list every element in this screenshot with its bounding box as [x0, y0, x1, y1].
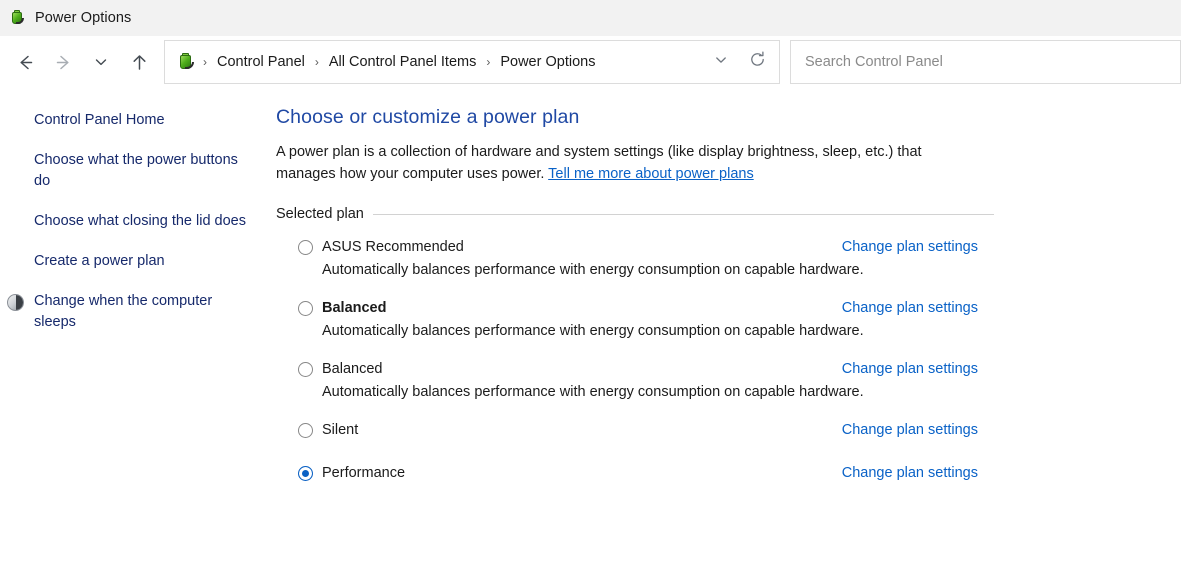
change-plan-settings-link[interactable]: Change plan settings	[842, 361, 978, 377]
recent-locations-button[interactable]	[82, 43, 120, 81]
power-plug-icon	[9, 9, 25, 26]
arrow-up-icon	[129, 52, 150, 73]
refresh-button[interactable]	[739, 44, 775, 80]
search-input[interactable]	[803, 53, 1168, 71]
breadcrumb-item-power-options[interactable]: Power Options	[494, 50, 601, 74]
breadcrumb-separator-0: ›	[203, 55, 207, 69]
up-button[interactable]	[120, 43, 158, 81]
sleep-shield-icon	[7, 294, 24, 311]
change-plan-settings-link[interactable]: Change plan settings	[842, 465, 978, 481]
breadcrumb-item-control-panel[interactable]: Control Panel	[211, 50, 311, 74]
sidebar-item-choose-what-closing-the-lid-does[interactable]: Choose what closing the lid does	[0, 211, 268, 232]
window-title: Power Options	[35, 9, 132, 26]
group-divider	[372, 213, 994, 215]
power-plan-row[interactable]: Performance Change plan settings	[268, 460, 978, 486]
chevron-down-icon	[92, 53, 110, 71]
power-plan-item: Performance Change plan settings	[268, 460, 1181, 486]
radio-balanced-active[interactable]	[298, 300, 313, 316]
title-bar: Power Options	[0, 0, 1181, 36]
page-title: Choose or customize a power plan	[276, 106, 580, 128]
sidebar-item-change-when-the-computer-sleeps[interactable]: Change when the computer sleeps	[0, 291, 268, 333]
power-plan-row[interactable]: Balanced Change plan settings	[268, 356, 978, 382]
refresh-icon	[748, 50, 767, 74]
tell-me-more-link[interactable]: Tell me more about power plans	[548, 166, 754, 182]
power-plan-row[interactable]: Silent Change plan settings	[268, 417, 978, 443]
radio-silent[interactable]	[298, 422, 313, 438]
main-panel: Choose or customize a power plan A power…	[268, 88, 1181, 567]
arrow-right-icon	[53, 52, 74, 73]
sidebar: Control Panel Home Choose what the power…	[0, 88, 268, 567]
breadcrumb-separator-1: ›	[314, 55, 319, 69]
power-plan-list: ASUS Recommended Change plan settings Au…	[268, 234, 1181, 486]
radio-performance[interactable]	[298, 465, 313, 481]
search-box[interactable]	[790, 40, 1181, 84]
power-plan-row[interactable]: ASUS Recommended Change plan settings	[268, 234, 978, 260]
radio-balanced[interactable]	[298, 361, 313, 377]
change-plan-settings-link[interactable]: Change plan settings	[842, 239, 978, 255]
address-power-plug-icon	[177, 53, 195, 71]
chevron-down-icon	[713, 52, 729, 73]
sidebar-row-create-plan: Create a power plan	[0, 251, 268, 272]
breadcrumb-separator-2: ›	[486, 55, 491, 69]
content-area: Control Panel Home Choose what the power…	[0, 88, 1181, 567]
forward-button[interactable]	[44, 43, 82, 81]
selected-plan-group-header: Selected plan	[276, 206, 994, 222]
sidebar-item-control-panel-home[interactable]: Control Panel Home	[0, 110, 268, 131]
change-plan-settings-link[interactable]: Change plan settings	[842, 422, 978, 438]
radio-asus-recommended[interactable]	[298, 239, 313, 255]
plan-name[interactable]: Balanced	[322, 300, 386, 316]
power-plan-item: ASUS Recommended Change plan settings Au…	[268, 234, 1181, 278]
address-bar[interactable]: › Control Panel › All Control Panel Item…	[164, 40, 780, 84]
plan-description: Automatically balances performance with …	[322, 262, 864, 278]
back-button[interactable]	[6, 43, 44, 81]
sidebar-item-create-a-power-plan[interactable]: Create a power plan	[0, 251, 268, 272]
plan-name[interactable]: Balanced	[322, 361, 382, 377]
address-history-button[interactable]	[703, 44, 739, 80]
sidebar-row-closing-lid: Choose what closing the lid does	[0, 211, 268, 232]
sidebar-row-power-buttons: Choose what the power buttons do	[0, 150, 268, 192]
plan-name[interactable]: Performance	[322, 465, 405, 481]
power-plan-item: Balanced Change plan settings Automatica…	[268, 295, 1181, 339]
power-plan-row[interactable]: Balanced Change plan settings	[268, 295, 978, 321]
sidebar-row-computer-sleeps: Change when the computer sleeps	[0, 291, 268, 333]
selected-plan-label: Selected plan	[276, 206, 364, 222]
plan-description: Automatically balances performance with …	[322, 323, 864, 339]
breadcrumb-item-all-control-panel-items[interactable]: All Control Panel Items	[323, 50, 482, 74]
power-plan-item: Balanced Change plan settings Automatica…	[268, 356, 1181, 400]
arrow-left-icon	[15, 52, 36, 73]
plan-description: Automatically balances performance with …	[322, 384, 864, 400]
breadcrumb: › Control Panel › All Control Panel Item…	[199, 50, 703, 74]
navigation-toolbar: › Control Panel › All Control Panel Item…	[0, 36, 1181, 88]
plan-name[interactable]: ASUS Recommended	[322, 239, 464, 255]
change-plan-settings-link[interactable]: Change plan settings	[842, 300, 978, 316]
plan-name[interactable]: Silent	[322, 422, 358, 438]
page-description: A power plan is a collection of hardware…	[276, 142, 948, 185]
power-plan-item: Silent Change plan settings	[268, 417, 1181, 443]
sidebar-item-choose-what-the-power-buttons-do[interactable]: Choose what the power buttons do	[0, 150, 268, 192]
